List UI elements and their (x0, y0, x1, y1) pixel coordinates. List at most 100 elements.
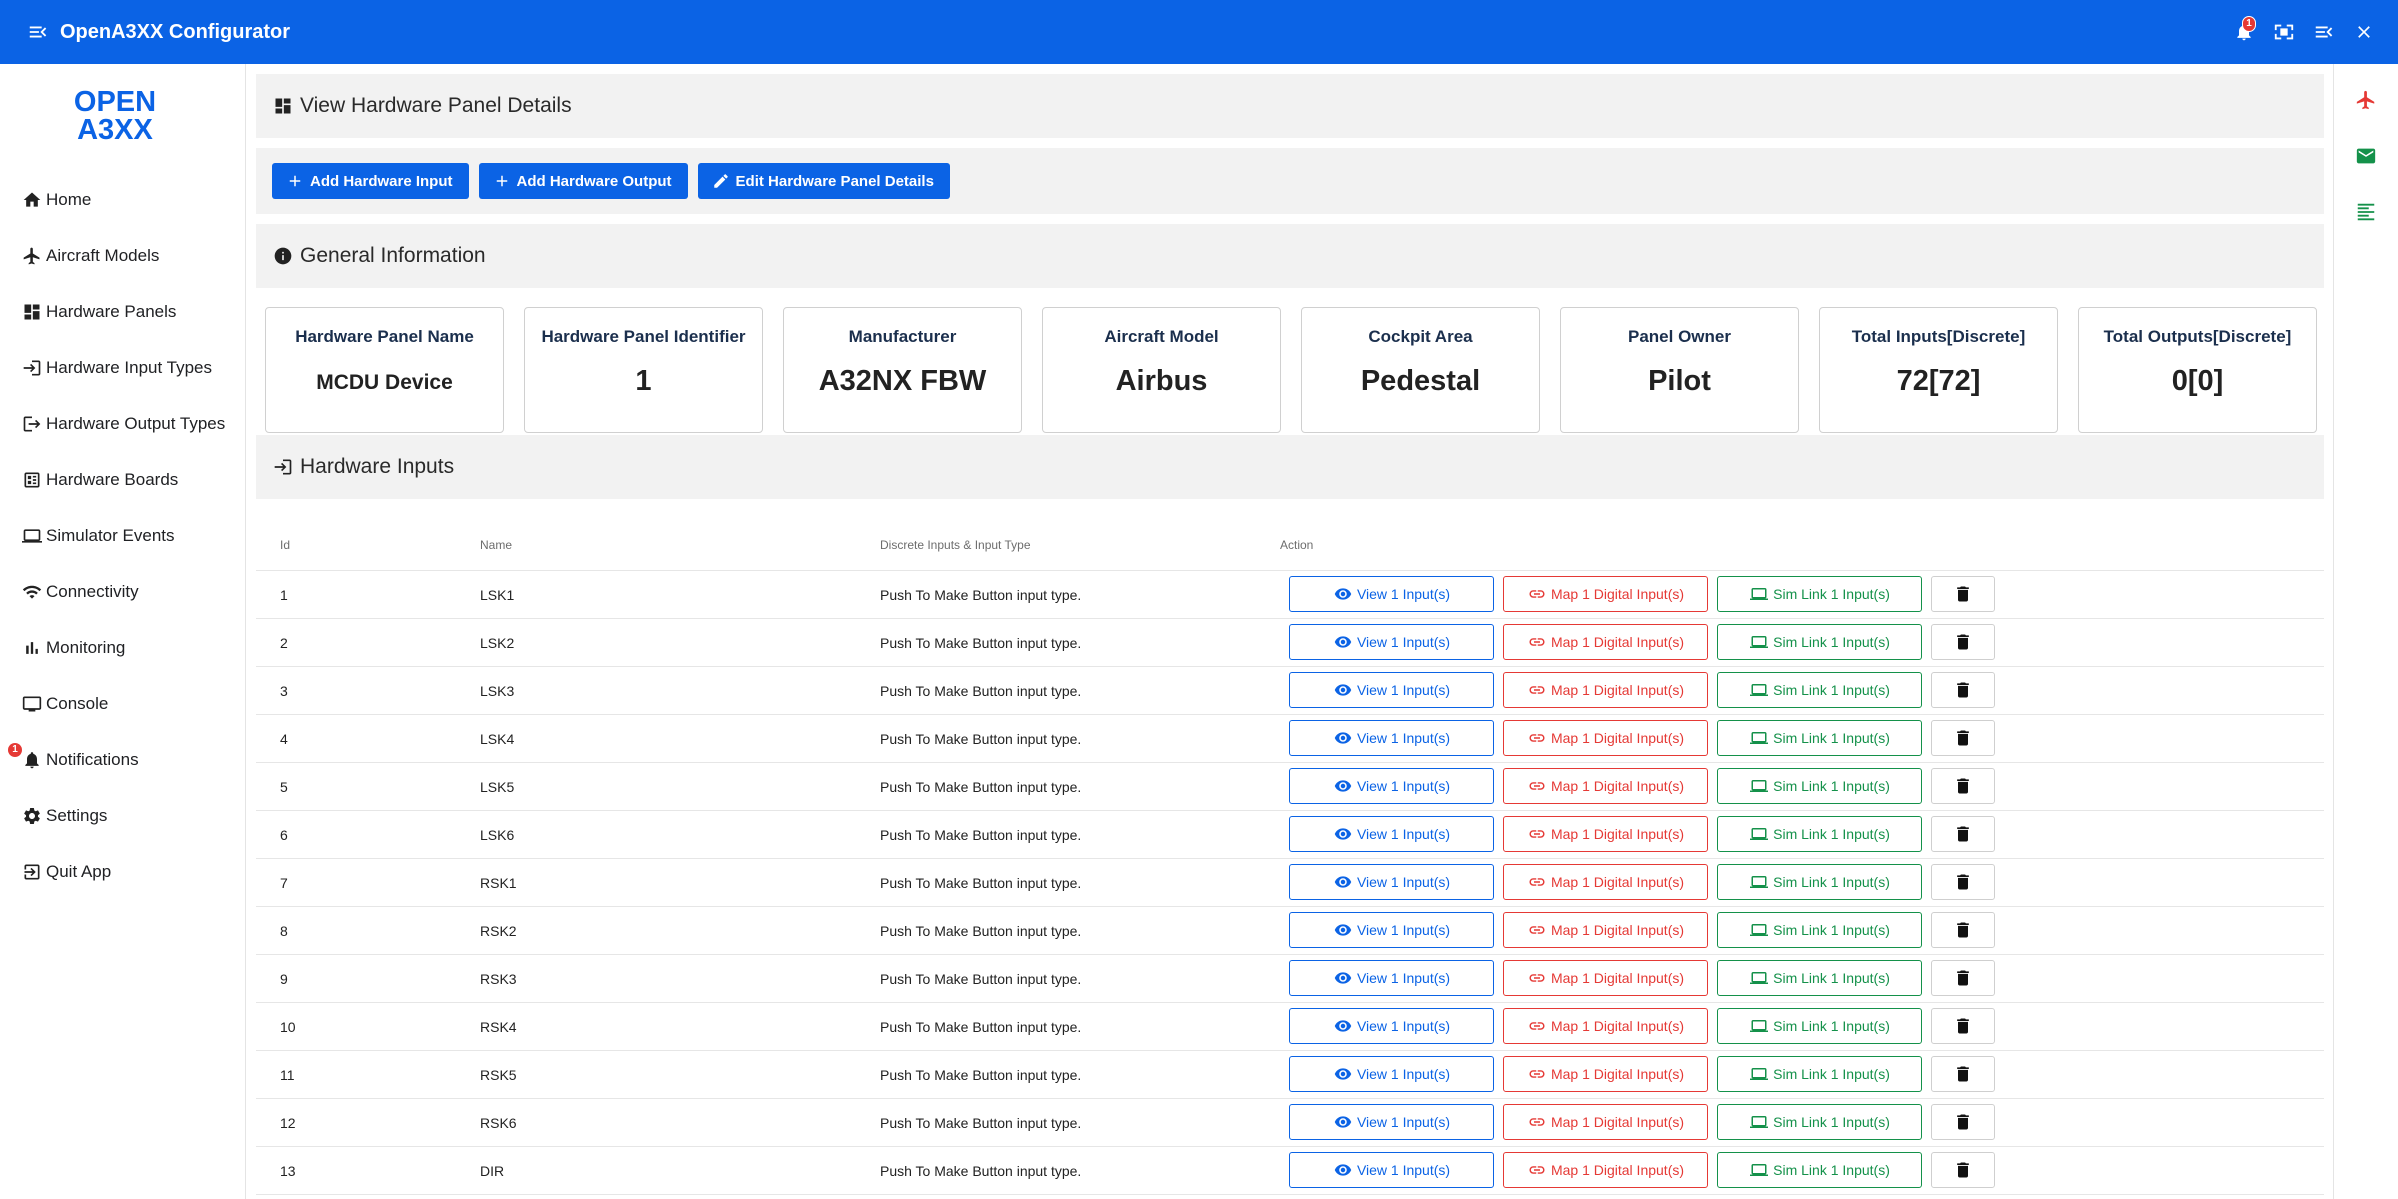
delete-input-button[interactable] (1931, 672, 1995, 708)
sidebar: OPEN A3XX Home Aircraft Models Hardware … (0, 64, 246, 1199)
sidebar-item-hardware-input-types[interactable]: Hardware Input Types (0, 340, 246, 396)
view-inputs-button[interactable]: View 1 Input(s) (1289, 912, 1494, 948)
add-hardware-input-button[interactable]: Add Hardware Input (272, 163, 469, 199)
sidebar-item-hardware-output-types[interactable]: Hardware Output Types (0, 396, 246, 452)
laptop-icon (1750, 684, 1769, 696)
sidebar-item-quit-app[interactable]: Quit App (0, 844, 246, 900)
sidebar-item-connectivity[interactable]: Connectivity (0, 564, 246, 620)
map-digital-inputs-button[interactable]: Map 1 Digital Input(s) (1503, 912, 1708, 948)
drawer-toggle-button[interactable] (2304, 12, 2344, 52)
sim-link-inputs-button[interactable]: Sim Link 1 Input(s) (1717, 1152, 1922, 1188)
card-label: Total Inputs[Discrete] (1851, 327, 2026, 346)
menu-toggle-button[interactable] (18, 12, 58, 52)
info-cards: Hardware Panel Name MCDU Device Hardware… (256, 288, 2324, 435)
sidebar-item-label: Hardware Input Types (46, 358, 212, 377)
trash-icon (1957, 634, 1969, 650)
view-inputs-button[interactable]: View 1 Input(s) (1289, 624, 1494, 660)
delete-input-button[interactable] (1931, 624, 1995, 660)
view-inputs-button[interactable]: View 1 Input(s) (1289, 1104, 1494, 1140)
sidebar-item-simulator-events[interactable]: Simulator Events (0, 508, 246, 564)
column-header-id[interactable]: Id (280, 538, 290, 552)
logs-button[interactable] (2354, 200, 2378, 224)
text-lines-icon (2357, 203, 2375, 221)
sim-link-inputs-button[interactable]: Sim Link 1 Input(s) (1717, 576, 1922, 612)
sim-link-inputs-button[interactable]: Sim Link 1 Input(s) (1717, 960, 1922, 996)
delete-input-button[interactable] (1931, 816, 1995, 852)
map-digital-inputs-button[interactable]: Map 1 Digital Input(s) (1503, 1056, 1708, 1092)
column-header-name[interactable]: Name (480, 538, 512, 552)
sidebar-item-aircraft-models[interactable]: Aircraft Models (0, 228, 246, 284)
map-digital-inputs-button[interactable]: Map 1 Digital Input(s) (1503, 768, 1708, 804)
button-label: View 1 Input(s) (1356, 922, 1451, 938)
view-inputs-button[interactable]: View 1 Input(s) (1289, 768, 1494, 804)
button-label: Sim Link 1 Input(s) (1773, 874, 1890, 890)
view-inputs-button[interactable]: View 1 Input(s) (1289, 720, 1494, 756)
column-header-type[interactable]: Discrete Inputs & Input Type (880, 538, 1031, 552)
view-inputs-button[interactable]: View 1 Input(s) (1289, 1056, 1494, 1092)
link-icon (1529, 878, 1545, 886)
cell-id: 12 (280, 1115, 296, 1131)
fullscreen-button[interactable] (2264, 12, 2304, 52)
sim-link-inputs-button[interactable]: Sim Link 1 Input(s) (1717, 768, 1922, 804)
sim-link-inputs-button[interactable]: Sim Link 1 Input(s) (1717, 1056, 1922, 1092)
map-digital-inputs-button[interactable]: Map 1 Digital Input(s) (1503, 1104, 1708, 1140)
map-digital-inputs-button[interactable]: Map 1 Digital Input(s) (1503, 624, 1708, 660)
eye-icon (1334, 684, 1352, 696)
map-digital-inputs-button[interactable]: Map 1 Digital Input(s) (1503, 576, 1708, 612)
delete-input-button[interactable] (1931, 768, 1995, 804)
button-label: Sim Link 1 Input(s) (1773, 778, 1890, 794)
sidebar-item-hardware-boards[interactable]: Hardware Boards (0, 452, 246, 508)
delete-input-button[interactable] (1931, 1056, 1995, 1092)
sidebar-item-settings[interactable]: Settings (0, 788, 246, 844)
delete-input-button[interactable] (1931, 912, 1995, 948)
sidebar-item-console[interactable]: Console (0, 676, 246, 732)
view-inputs-button[interactable]: View 1 Input(s) (1289, 960, 1494, 996)
view-inputs-button[interactable]: View 1 Input(s) (1289, 1152, 1494, 1188)
delete-input-button[interactable] (1931, 1152, 1995, 1188)
flight-button[interactable] (2354, 88, 2378, 112)
sim-link-inputs-button[interactable]: Sim Link 1 Input(s) (1717, 912, 1922, 948)
sidebar-item-notifications[interactable]: 1 Notifications (0, 732, 246, 788)
sim-link-inputs-button[interactable]: Sim Link 1 Input(s) (1717, 672, 1922, 708)
view-inputs-button[interactable]: View 1 Input(s) (1289, 576, 1494, 612)
map-digital-inputs-button[interactable]: Map 1 Digital Input(s) (1503, 720, 1708, 756)
map-digital-inputs-button[interactable]: Map 1 Digital Input(s) (1503, 960, 1708, 996)
button-label: View 1 Input(s) (1356, 1114, 1451, 1130)
map-digital-inputs-button[interactable]: Map 1 Digital Input(s) (1503, 816, 1708, 852)
view-inputs-button[interactable]: View 1 Input(s) (1289, 864, 1494, 900)
sim-link-inputs-button[interactable]: Sim Link 1 Input(s) (1717, 624, 1922, 660)
cell-input-type: Push To Make Button input type. (880, 971, 1082, 987)
sim-link-inputs-button[interactable]: Sim Link 1 Input(s) (1717, 816, 1922, 852)
delete-input-button[interactable] (1931, 1104, 1995, 1140)
delete-input-button[interactable] (1931, 576, 1995, 612)
sim-link-inputs-button[interactable]: Sim Link 1 Input(s) (1717, 864, 1922, 900)
delete-input-button[interactable] (1931, 960, 1995, 996)
sim-link-inputs-button[interactable]: Sim Link 1 Input(s) (1717, 1104, 1922, 1140)
messages-button[interactable] (2354, 144, 2378, 168)
delete-input-button[interactable] (1931, 1008, 1995, 1044)
add-hardware-output-button[interactable]: Add Hardware Output (478, 163, 688, 199)
delete-input-button[interactable] (1931, 864, 1995, 900)
sidebar-item-home[interactable]: Home (0, 172, 246, 228)
sidebar-item-hardware-panels[interactable]: Hardware Panels (0, 284, 246, 340)
notifications-button[interactable]: 1 (2224, 12, 2264, 52)
delete-input-button[interactable] (1931, 720, 1995, 756)
map-digital-inputs-button[interactable]: Map 1 Digital Input(s) (1503, 1008, 1708, 1044)
sidebar-item-monitoring[interactable]: Monitoring (0, 620, 246, 676)
cell-input-type: Push To Make Button input type. (880, 635, 1082, 651)
map-digital-inputs-button[interactable]: Map 1 Digital Input(s) (1503, 1152, 1708, 1188)
view-inputs-button[interactable]: View 1 Input(s) (1289, 816, 1494, 852)
sim-link-inputs-button[interactable]: Sim Link 1 Input(s) (1717, 720, 1922, 756)
close-button[interactable] (2344, 12, 2384, 52)
table-row: 6 LSK6 Push To Make Button input type. View… (256, 811, 2324, 859)
link-icon (1529, 734, 1545, 742)
edit-panel-details-button[interactable]: Edit Hardware Panel Details (697, 163, 950, 199)
view-inputs-button[interactable]: View 1 Input(s) (1289, 672, 1494, 708)
sim-link-inputs-button[interactable]: Sim Link 1 Input(s) (1717, 1008, 1922, 1044)
button-label: Sim Link 1 Input(s) (1773, 1066, 1890, 1082)
map-digital-inputs-button[interactable]: Map 1 Digital Input(s) (1503, 864, 1708, 900)
view-inputs-button[interactable]: View 1 Input(s) (1289, 1008, 1494, 1044)
map-digital-inputs-button[interactable]: Map 1 Digital Input(s) (1503, 672, 1708, 708)
bell-icon (25, 752, 39, 769)
cell-name: LSK5 (480, 779, 515, 795)
